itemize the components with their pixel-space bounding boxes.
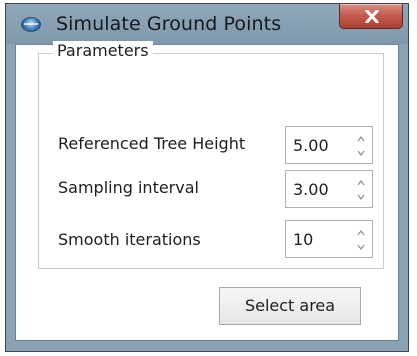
spin-arrows-icon — [357, 136, 365, 156]
title-bar[interactable]: Simulate Ground Points — [6, 4, 408, 44]
sampling-interval-spinbox[interactable]: 3.00 — [285, 170, 373, 208]
spin-arrows-icon — [357, 180, 365, 200]
tree-height-label: Referenced Tree Height — [58, 134, 246, 153]
sampling-interval-spin-arrows[interactable] — [357, 179, 365, 201]
tree-height-value[interactable]: 5.00 — [293, 136, 329, 155]
smooth-iterations-value[interactable]: 10 — [293, 230, 313, 249]
app-globe-icon — [21, 17, 41, 32]
close-icon — [365, 10, 379, 23]
sampling-interval-label: Sampling interval — [58, 178, 199, 197]
smooth-iterations-spinbox[interactable]: 10 — [285, 220, 373, 258]
tree-height-spinbox[interactable]: 5.00 — [285, 126, 373, 164]
sampling-interval-value[interactable]: 3.00 — [293, 180, 329, 199]
select-area-button[interactable]: Select area — [219, 287, 361, 325]
smooth-iterations-label: Smooth iterations — [58, 230, 201, 249]
spin-arrows-icon — [357, 230, 365, 250]
window-title: Simulate Ground Points — [56, 13, 282, 35]
smooth-iterations-spin-arrows[interactable] — [357, 229, 365, 251]
tree-height-spin-arrows[interactable] — [357, 135, 365, 157]
close-button[interactable] — [339, 4, 403, 29]
parameters-group-title: Parameters — [53, 41, 153, 60]
